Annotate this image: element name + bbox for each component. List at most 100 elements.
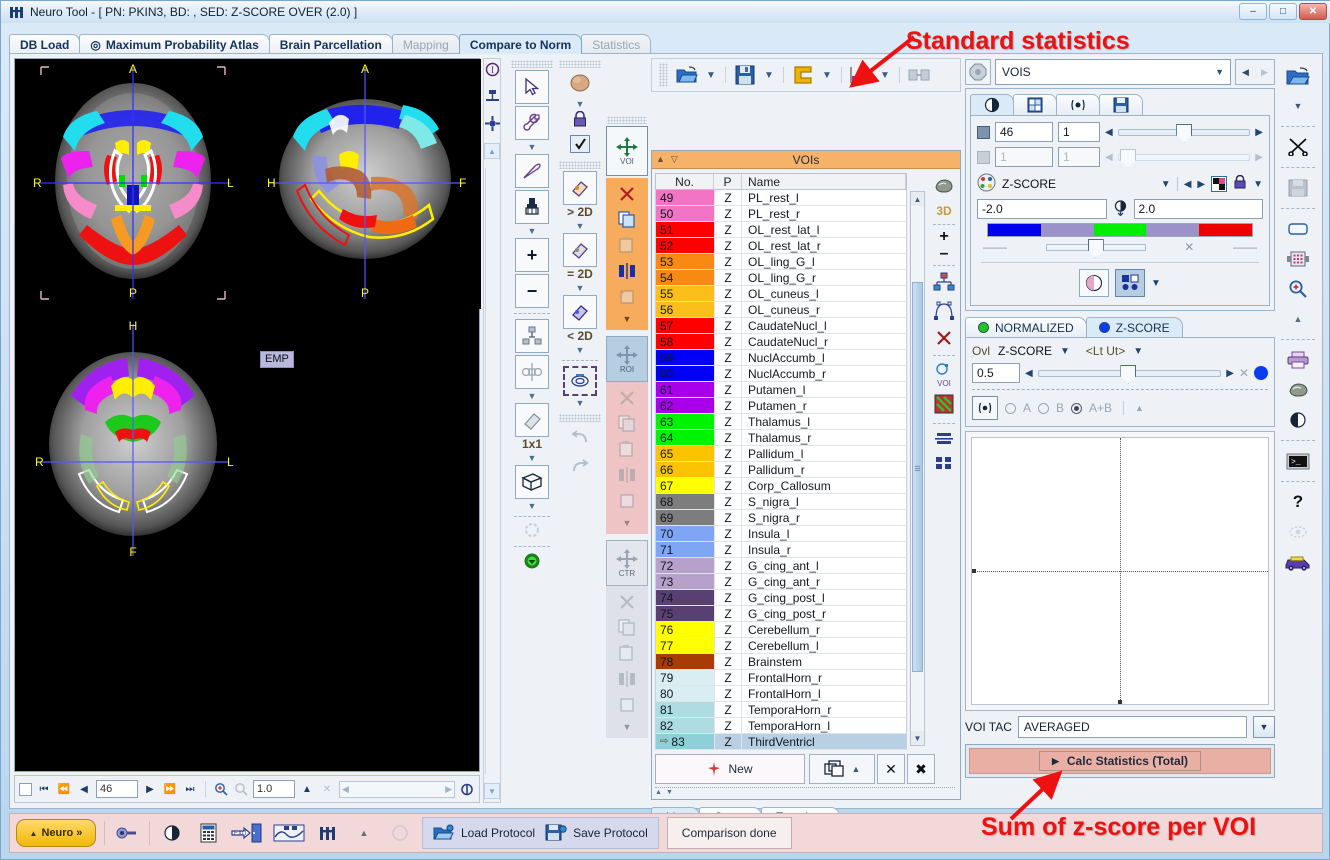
drag-grip[interactable] bbox=[511, 60, 553, 68]
palette-caret[interactable]: ▼ bbox=[1161, 179, 1171, 190]
table-row[interactable]: 79 Z FrontalHorn_r bbox=[655, 670, 907, 686]
table-row[interactable]: 66 Z Pallidum_r bbox=[655, 462, 907, 478]
info-icon[interactable]: I bbox=[485, 62, 500, 80]
table-row[interactable]: 52 Z OL_rest_lat_r bbox=[655, 238, 907, 254]
scroll-down-arrow[interactable]: ▼ bbox=[911, 731, 924, 745]
minimize-button[interactable]: – bbox=[1239, 3, 1267, 20]
scroll-left-arrow[interactable]: ◀ bbox=[342, 784, 349, 795]
head-shape-icon[interactable] bbox=[556, 72, 604, 97]
roi-move-tool[interactable]: ROI bbox=[606, 336, 648, 382]
image-horizontal-scrollbar[interactable]: ◀ ▶ bbox=[339, 780, 455, 798]
drag-grip[interactable] bbox=[607, 116, 647, 124]
scroll-up-arrow[interactable]: ▲ bbox=[911, 192, 924, 206]
eye-icon[interactable] bbox=[1281, 519, 1315, 545]
imgnav-checkbox[interactable] bbox=[19, 782, 32, 796]
minus-icon[interactable]: – bbox=[940, 246, 949, 262]
zoom-icon[interactable] bbox=[1281, 276, 1315, 302]
clear-zoom-button[interactable]: ✕ bbox=[319, 781, 335, 797]
open-folder-icon[interactable] bbox=[674, 63, 700, 87]
table-row[interactable]: 59 Z NuclAccumb_l bbox=[655, 350, 907, 366]
terminal-icon[interactable]: >_ bbox=[1281, 448, 1315, 474]
palette-next[interactable]: ▶ bbox=[1197, 179, 1205, 190]
table-row[interactable]: 70 Z Insula_l bbox=[655, 526, 907, 542]
layout-icon[interactable] bbox=[485, 89, 500, 107]
tab-mapping[interactable]: Mapping bbox=[391, 34, 460, 54]
crosshair-icon[interactable] bbox=[484, 116, 500, 134]
ctr-mirror-icon[interactable] bbox=[606, 671, 648, 690]
voi-move-tool[interactable]: VOI bbox=[606, 126, 648, 176]
statistics-plot[interactable] bbox=[971, 437, 1269, 705]
table-row[interactable]: 73 Z G_cing_ant_r bbox=[655, 574, 907, 590]
neuro-menu-button[interactable]: ▲ Neuro » bbox=[16, 819, 96, 847]
overlay-slider-thumb[interactable] bbox=[1120, 364, 1137, 384]
overlay-threshold-input[interactable]: 0.5 bbox=[972, 363, 1020, 383]
checked-checkbox[interactable] bbox=[570, 135, 590, 153]
voi-group-caret[interactable]: ▼ bbox=[616, 314, 638, 324]
zoom-factor-input[interactable]: 1.0 bbox=[253, 780, 295, 798]
ctr-group-caret[interactable]: ▼ bbox=[616, 722, 638, 732]
exit-icon[interactable]: EXIT bbox=[230, 819, 264, 847]
drag-grip-2[interactable] bbox=[559, 161, 601, 169]
grid-icon[interactable] bbox=[934, 455, 954, 474]
save-disk-icon[interactable] bbox=[1281, 175, 1315, 201]
radio-ab[interactable] bbox=[1071, 402, 1083, 414]
ctr-copy-icon[interactable] bbox=[606, 619, 648, 639]
collapse-up-button[interactable]: ▲ bbox=[484, 143, 500, 159]
tree-icon[interactable] bbox=[933, 272, 955, 295]
zoom-in-icon[interactable] bbox=[213, 781, 229, 797]
palette-prev[interactable]: ◀ bbox=[1184, 179, 1192, 190]
caret-down-icon[interactable]: ▽ bbox=[671, 154, 678, 165]
lock-icon[interactable] bbox=[556, 110, 604, 131]
voi-add-paste-icon[interactable]: + bbox=[606, 288, 648, 308]
maximize-button[interactable]: □ bbox=[1269, 3, 1297, 20]
tools-caret-2[interactable]: ▼ bbox=[521, 226, 543, 236]
shape-icon[interactable] bbox=[1281, 216, 1315, 242]
table-row[interactable]: 75 Z G_cing_post_r bbox=[655, 606, 907, 622]
caret-up-icon[interactable]: ▲ bbox=[656, 154, 665, 165]
colorbar-mid-slider[interactable] bbox=[1045, 238, 1146, 258]
table-row[interactable]: 61 Z Putamen_l bbox=[655, 382, 907, 398]
slice-number-input[interactable]: 46 bbox=[96, 780, 138, 798]
ctr-add-paste-icon[interactable] bbox=[606, 696, 648, 716]
table-row[interactable]: 50 Z PL_rest_r bbox=[655, 206, 907, 222]
table-row[interactable]: 71 Z Insula_r bbox=[655, 542, 907, 558]
contrast-icon[interactable] bbox=[158, 819, 186, 847]
tab-save[interactable] bbox=[1099, 94, 1143, 115]
primary-color-swatch[interactable] bbox=[977, 125, 990, 139]
voi-tac-dropdown-button[interactable]: ▼ bbox=[1253, 716, 1275, 738]
tab-compare-to-norm[interactable]: Compare to Norm bbox=[458, 34, 583, 54]
table-row[interactable]: 56 Z OL_cuneus_r bbox=[655, 302, 907, 318]
radio-b[interactable] bbox=[1038, 402, 1050, 414]
tab-statistics[interactable]: Statistics bbox=[581, 34, 652, 54]
plug-icon[interactable] bbox=[113, 819, 141, 847]
contrast-icon[interactable] bbox=[1281, 407, 1315, 433]
palette-menu-caret[interactable]: ▼ bbox=[1253, 179, 1263, 190]
save-protocol-button[interactable]: Save Protocol bbox=[545, 824, 648, 842]
table-row[interactable]: 76 Z Cerebellum_r bbox=[655, 622, 907, 638]
fill-equal-2d-tool[interactable] bbox=[563, 233, 597, 267]
voi-group-caret[interactable]: ▲ bbox=[852, 764, 861, 774]
delete-voi-button[interactable]: ✕ bbox=[877, 754, 905, 784]
wave-icon[interactable] bbox=[272, 819, 306, 847]
color-bar[interactable] bbox=[987, 223, 1253, 237]
voi-icon[interactable]: VOI bbox=[934, 362, 954, 388]
ab-caret[interactable]: ▲ bbox=[1135, 403, 1144, 413]
table-row[interactable]: 74 Z G_cing_post_l bbox=[655, 590, 907, 606]
volume-tool[interactable] bbox=[515, 465, 549, 499]
open-folder-icon[interactable] bbox=[1281, 63, 1315, 89]
caret-up-icon[interactable]: ▲ bbox=[655, 789, 662, 796]
primary-slider-thumb[interactable] bbox=[1176, 123, 1193, 143]
tab-zscore[interactable]: Z-SCORE bbox=[1085, 317, 1183, 337]
voi-delete-icon[interactable] bbox=[606, 186, 648, 205]
primary-step-input[interactable]: 1 bbox=[1058, 122, 1100, 142]
3d-render-icon[interactable] bbox=[1281, 377, 1315, 403]
table-row[interactable]: 63 Z Thalamus_l bbox=[655, 414, 907, 430]
color-palette-icon[interactable] bbox=[977, 173, 996, 195]
tab-overlay[interactable] bbox=[1056, 94, 1100, 115]
table-row[interactable]: 49 Z PL_rest_l bbox=[655, 190, 907, 206]
prev-fast-button[interactable]: ⏪ bbox=[56, 781, 72, 797]
roi-delete-icon[interactable] bbox=[606, 390, 648, 409]
series-next-button[interactable]: ▶ bbox=[1261, 67, 1268, 78]
table-row[interactable]: ⇨ 83 Z ThirdVentricl bbox=[655, 734, 907, 750]
save-caret[interactable]: ▼ bbox=[761, 67, 777, 83]
